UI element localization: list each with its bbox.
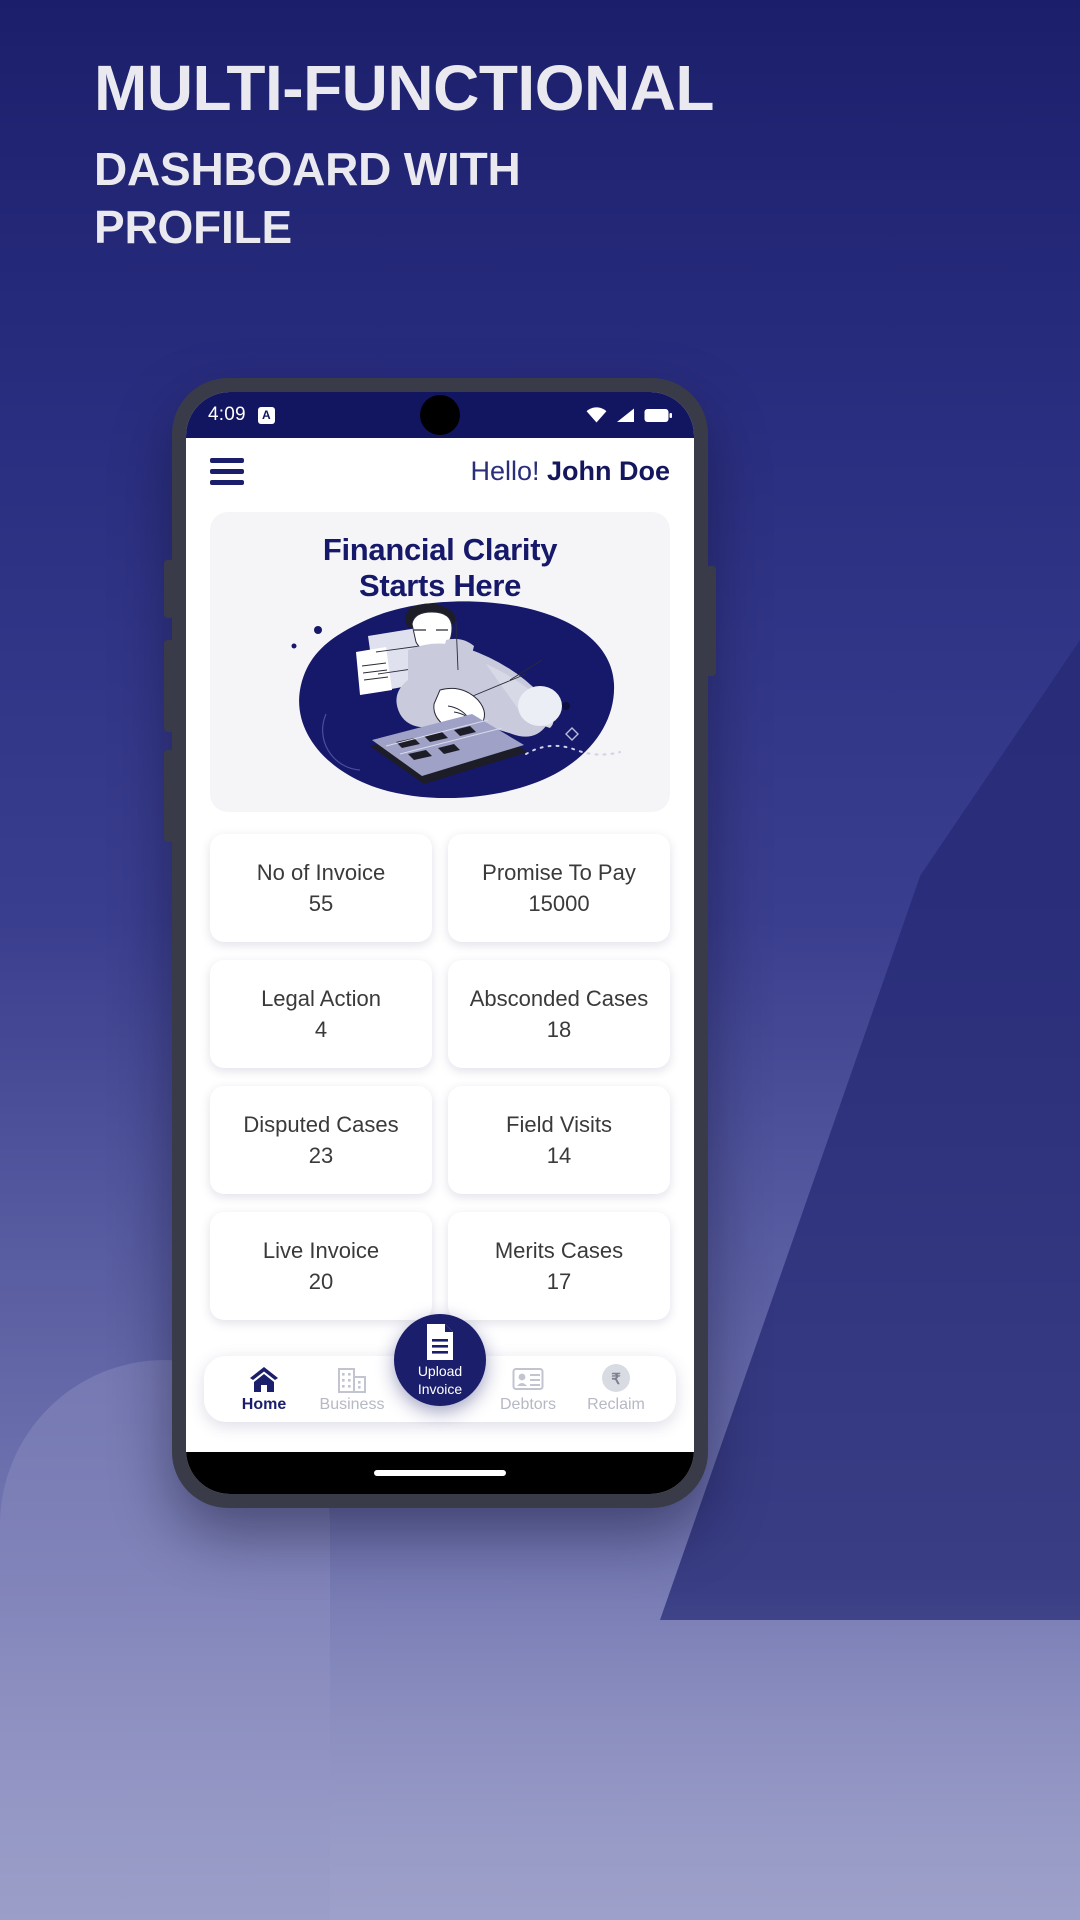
- phone-volume-up-button[interactable]: [164, 640, 174, 732]
- camera-punch-hole: [420, 395, 460, 435]
- stat-card-label: Legal Action: [261, 985, 381, 1011]
- stat-card-value: 23: [308, 1142, 334, 1168]
- promo-banner-card[interactable]: Financial Clarity Starts Here: [210, 512, 670, 812]
- user-name: John Doe: [546, 455, 670, 486]
- nav-item-debtors[interactable]: Debtors: [486, 1363, 570, 1414]
- signal-icon: [617, 408, 634, 422]
- background-shape-bottom: [0, 1590, 1080, 1920]
- status-bar: 4:09 A: [186, 392, 694, 438]
- stat-card-label: Live Invoice: [262, 1237, 380, 1263]
- greeting-prefix: Hello!: [470, 455, 547, 486]
- stat-card[interactable]: Merits Cases 17: [448, 1212, 670, 1320]
- nav-label-home: Home: [241, 1396, 287, 1413]
- home-indicator-area: [186, 1452, 694, 1494]
- promo-headline-line3: PROFILE: [94, 200, 292, 253]
- home-icon: [249, 1363, 279, 1393]
- stat-card-label: Field Visits: [506, 1111, 612, 1137]
- status-time: 4:09: [208, 404, 246, 425]
- nav-item-reclaim[interactable]: ₹ Reclaim: [574, 1363, 658, 1414]
- stat-card[interactable]: Live Invoice 20: [210, 1212, 432, 1320]
- nav-label-debtors: Debtors: [499, 1396, 557, 1413]
- document-icon: [427, 1324, 453, 1361]
- stat-card-value: 18: [546, 1016, 572, 1042]
- phone-mockup: 4:09 A Hello! John Doe Financial Clarity…: [164, 378, 716, 1508]
- stat-card-value: 4: [314, 1016, 328, 1042]
- stat-card-value: 15000: [528, 890, 590, 916]
- phone-power-button[interactable]: [706, 566, 716, 676]
- person-reviewing-invoices-illustration: [291, 601, 621, 799]
- stat-card-grid: No of Invoice 55 Promise To Pay 15000 Le…: [204, 812, 676, 1330]
- upload-invoice-label-line2: Invoice: [417, 1380, 463, 1397]
- stat-card[interactable]: No of Invoice 55: [210, 834, 432, 942]
- stat-card-label: Merits Cases: [494, 1237, 624, 1263]
- stat-card-value: 14: [546, 1142, 572, 1168]
- stat-card[interactable]: Promise To Pay 15000: [448, 834, 670, 942]
- stat-card-value: 17: [546, 1268, 572, 1294]
- status-icons: [586, 407, 672, 423]
- banner-title: Financial Clarity Starts Here: [210, 512, 670, 604]
- promo-headline-line1: MULTI-FUNCTIONAL: [94, 52, 715, 124]
- promo-headline-line2: DASHBOARD WITH: [94, 143, 521, 196]
- app-header: Hello! John Doe: [186, 438, 694, 504]
- stat-card[interactable]: Legal Action 4: [210, 960, 432, 1068]
- stat-card-label: Disputed Cases: [243, 1111, 399, 1137]
- rupee-icon: ₹: [601, 1363, 631, 1393]
- stat-card[interactable]: Absconded Cases 18: [448, 960, 670, 1068]
- status-app-badge-icon: A: [257, 406, 275, 424]
- stat-card-label: No of Invoice: [256, 859, 386, 885]
- battery-icon: [644, 408, 672, 422]
- bottom-navigation-area: Home Business Debtors ₹ Reclaim Upload I…: [186, 1314, 694, 1452]
- stat-card-value: 55: [308, 890, 334, 916]
- hamburger-icon[interactable]: [210, 457, 244, 485]
- stat-card-label: Absconded Cases: [469, 985, 649, 1011]
- promo-headline: MULTI-FUNCTIONAL DASHBOARD WITH PROFILE: [94, 52, 874, 256]
- background-shape-right: [660, 640, 1080, 1620]
- nav-label-business: Business: [319, 1396, 385, 1413]
- nav-item-home[interactable]: Home: [222, 1363, 306, 1414]
- building-icon: [337, 1363, 367, 1393]
- upload-invoice-button[interactable]: Upload Invoice: [394, 1314, 486, 1406]
- stat-card-value: 20: [308, 1268, 334, 1294]
- id-card-icon: [512, 1363, 544, 1393]
- nav-item-business[interactable]: Business: [310, 1363, 394, 1414]
- phone-screen: 4:09 A Hello! John Doe Financial Clarity…: [186, 392, 694, 1494]
- upload-invoice-label-line1: Upload: [417, 1363, 463, 1380]
- wifi-icon: [586, 407, 607, 423]
- nav-label-reclaim: Reclaim: [587, 1396, 645, 1413]
- phone-volume-down-button[interactable]: [164, 750, 174, 842]
- banner-title-line1: Financial Clarity: [322, 532, 558, 567]
- greeting-text: Hello! John Doe: [470, 456, 670, 487]
- dashboard-body: Financial Clarity Starts Here No of Invo…: [186, 504, 694, 1348]
- stat-card[interactable]: Disputed Cases 23: [210, 1086, 432, 1194]
- stat-card-label: Promise To Pay: [482, 859, 636, 885]
- svg-text:₹: ₹: [611, 1371, 621, 1388]
- home-indicator[interactable]: [374, 1470, 506, 1476]
- phone-mute-button[interactable]: [164, 560, 174, 618]
- stat-card[interactable]: Field Visits 14: [448, 1086, 670, 1194]
